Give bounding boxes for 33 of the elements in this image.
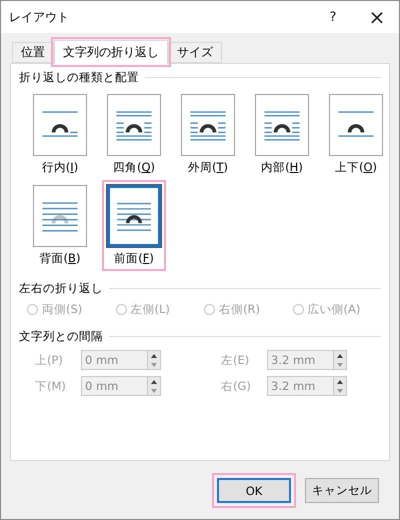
wrap-style-button[interactable]	[107, 185, 161, 247]
close-button[interactable]: ×	[355, 1, 399, 33]
tab[interactable]: 文字列の折り返し	[54, 40, 168, 64]
wrap-style-button[interactable]	[33, 185, 87, 247]
wrap-style-button[interactable]	[329, 94, 383, 156]
window-title: レイアウト	[9, 8, 70, 26]
group-title: 左右の折り返し	[19, 281, 103, 296]
dialog-button[interactable]: OK	[217, 478, 291, 503]
wrap-style-label: 行内(I)	[42, 160, 78, 175]
group-title: 文字列との間隔	[19, 329, 103, 344]
field-label: 右(G)	[221, 378, 252, 394]
spin-up-icon[interactable]	[334, 351, 346, 360]
spin-up-icon[interactable]	[334, 377, 346, 386]
wrap-style-button[interactable]	[181, 94, 235, 156]
tab[interactable]: サイズ	[168, 42, 222, 63]
help-button[interactable]: ?	[311, 1, 355, 33]
dialog-button[interactable]: キャンセル	[305, 478, 379, 503]
spin-up-icon[interactable]	[148, 351, 160, 360]
wrap-style-label: 前面(F)	[114, 251, 154, 266]
wrap-style-label: 上下(O)	[334, 160, 378, 175]
field-label: 上(P)	[35, 352, 64, 368]
wrap-style-button[interactable]	[255, 94, 309, 156]
wrap-style-label: 内部(H)	[261, 160, 303, 175]
spin-up-icon[interactable]	[148, 377, 160, 386]
tab[interactable]: 位置	[12, 42, 54, 63]
wrap-style-button[interactable]	[107, 94, 161, 156]
field-label: 左(E)	[221, 352, 250, 368]
wrap-style-label: 外周(T)	[188, 160, 228, 175]
wrap-style-label: 四角(Q)	[112, 160, 156, 175]
wrap-style-label: 背面(B)	[40, 251, 80, 266]
wrap-style-button[interactable]	[33, 94, 87, 156]
group-title: 折り返しの種類と配置	[19, 70, 139, 85]
field-label: 下(M)	[35, 378, 67, 394]
